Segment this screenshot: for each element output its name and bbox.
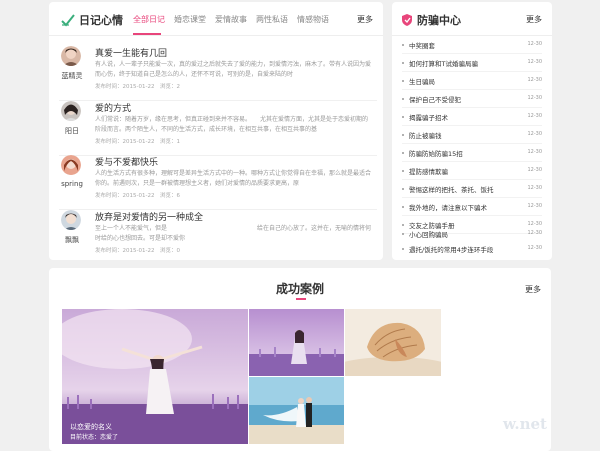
bullet-icon bbox=[402, 188, 404, 190]
fraud-item[interactable]: 生日骗局 12-30 bbox=[402, 72, 542, 90]
bullet-icon bbox=[402, 206, 404, 208]
diary-entry[interactable]: 蓝精灵 真爱一生能有几回 有人说，人一辈子只能爱一次，真的爱过之后就失去了爱的能… bbox=[59, 46, 377, 101]
fraud-item-title[interactable]: 警惕这样的把托、茶托、饭托 bbox=[409, 184, 494, 194]
fraud-item-date: 12-30 bbox=[527, 131, 542, 137]
fraud-item-date: 12-30 bbox=[527, 113, 542, 119]
fraud-item-title[interactable]: 小心回购骗局 bbox=[409, 229, 448, 239]
fraud-item[interactable]: 我外地的，请注意以下骗术 12-30 bbox=[402, 198, 542, 216]
bullet-icon bbox=[402, 248, 404, 250]
shield-icon bbox=[400, 12, 414, 26]
active-tab-indicator bbox=[133, 33, 161, 35]
user-name[interactable]: 飘飘 bbox=[55, 235, 89, 245]
cases-title-underline bbox=[296, 298, 306, 300]
bullet-icon bbox=[402, 170, 404, 172]
avatar[interactable] bbox=[61, 210, 81, 230]
fraud-item[interactable]: 防骗防始防骗15招 12-30 bbox=[402, 144, 542, 162]
fraud-item-title[interactable]: 保护自己不受侵犯 bbox=[409, 94, 461, 104]
entry-summary: 人的生活方式有很多种，理解可是差异生活方式中的一种。哪种方式让你觉得自在幸福，那… bbox=[95, 170, 372, 187]
bullet-icon bbox=[402, 44, 404, 46]
entry-meta: 发布时间：2015-01-22 浏览：2 bbox=[95, 84, 180, 90]
fraud-item-date: 12-30 bbox=[527, 77, 542, 83]
entry-summary: 至上一个人不能爱气，但是 给在自己的心放了。这并在，无喻的情将何时给的心也想回去… bbox=[95, 225, 372, 242]
tab-love-stories[interactable]: 爱情故事 bbox=[215, 14, 247, 25]
fraud-item-date: 12-30 bbox=[527, 59, 542, 65]
fraud-item[interactable]: 如何打算和T试婚骗局骗 12-30 bbox=[402, 54, 542, 72]
watermark: w.net bbox=[502, 415, 547, 433]
bullet-icon bbox=[402, 80, 404, 82]
fraud-item[interactable]: 提防感情欺骗 12-30 bbox=[402, 162, 542, 180]
entry-title[interactable]: 爱与不爱都快乐 bbox=[95, 155, 158, 168]
fraud-header: 防骗中心 更多 bbox=[392, 2, 552, 36]
avatar[interactable] bbox=[61, 46, 81, 66]
fraud-item-title[interactable]: 生日骗局 bbox=[409, 76, 435, 86]
fraud-more-link[interactable]: 更多 bbox=[526, 14, 542, 25]
fraud-item-title[interactable]: 揭露骗子招术 bbox=[409, 112, 448, 122]
fraud-item-date: 12-30 bbox=[527, 41, 542, 47]
diary-panel: 日记心情 全部日记 婚恋课堂 爱情故事 两性私语 情感物语 更多 蓝精灵 真爱一… bbox=[49, 2, 383, 260]
bullet-icon bbox=[402, 233, 404, 235]
fraud-title: 防骗中心 bbox=[417, 14, 461, 27]
bullet-icon bbox=[402, 62, 404, 64]
bullet-icon bbox=[402, 152, 404, 154]
user-name[interactable]: 阳日 bbox=[55, 126, 89, 136]
fraud-panel: 防骗中心 更多 中奖圈套 12-30 如何打算和T试婚骗局骗 12-30 生日骗局 1… bbox=[392, 2, 552, 260]
fraud-item[interactable]: 保护自己不受侵犯 12-30 bbox=[402, 90, 542, 108]
avatar[interactable] bbox=[61, 101, 81, 121]
case-photo[interactable] bbox=[249, 309, 344, 376]
fraud-item[interactable]: 遇托/饭托的常用4步连环手段 12-30 bbox=[402, 240, 542, 258]
fraud-item-date: 12-30 bbox=[527, 203, 542, 209]
fraud-item[interactable]: 揭露骗子招术 12-30 bbox=[402, 108, 542, 126]
featured-case-photo[interactable]: 以恋爱的名义 目前状态：恋爱了 bbox=[62, 309, 248, 444]
cases-more-link[interactable]: 更多 bbox=[525, 284, 541, 295]
fraud-item-title[interactable]: 防骗防始防骗15招 bbox=[409, 148, 463, 158]
bullet-icon bbox=[402, 98, 404, 100]
avatar[interactable] bbox=[61, 155, 81, 175]
fraud-item-date: 12-30 bbox=[527, 185, 542, 191]
user-name[interactable]: 蓝精灵 bbox=[55, 71, 89, 81]
cases-title: 成功案例 bbox=[275, 282, 324, 296]
entry-meta: 发布时间：2015-01-22 浏览：1 bbox=[95, 139, 180, 145]
fraud-item-date: 12-30 bbox=[527, 95, 542, 101]
tab-marriage-class[interactable]: 婚恋课堂 bbox=[174, 14, 206, 25]
entry-title[interactable]: 爱的方式 bbox=[95, 101, 131, 114]
fraud-item-title[interactable]: 如何打算和T试婚骗局骗 bbox=[409, 58, 478, 68]
fraud-item[interactable]: 中奖圈套 12-30 bbox=[402, 36, 542, 54]
success-cases-panel: 成功案例 更多 以恋爱的名义 目前状态：恋爱了 w.net bbox=[49, 268, 551, 451]
fraud-item-title[interactable]: 遇托/饭托的常用4步连环手段 bbox=[409, 244, 493, 254]
tab-gender-talk[interactable]: 两性私语 bbox=[256, 14, 288, 25]
entry-title[interactable]: 放弃是对爱情的另一种成全 bbox=[95, 210, 203, 223]
entry-meta: 发布时间：2015-01-22 浏览：6 bbox=[95, 193, 180, 199]
diary-header: 日记心情 全部日记 婚恋课堂 爱情故事 两性私语 情感物语 更多 bbox=[49, 2, 383, 36]
diary-title: 日记心情 bbox=[79, 14, 123, 27]
featured-case-status: 目前状态：恋爱了 bbox=[70, 434, 119, 441]
fraud-item-date: 12-30 bbox=[527, 230, 542, 236]
entry-meta: 发布时间：2015-01-22 浏览：0 bbox=[95, 248, 180, 254]
diary-entry[interactable]: 飘飘 放弃是对爱情的另一种成全 至上一个人不能爱气，但是 给在自己的心放了。这并… bbox=[59, 210, 377, 265]
entry-summary: 人们常说：随着万岁，缘在思考，但真正碰到来并不容易。 尤其在爱情方面，尤其是处于… bbox=[95, 116, 369, 133]
diary-entry[interactable]: spring 爱与不爱都快乐 人的生活方式有很多种，理解可是差异生活方式中的一种… bbox=[59, 155, 377, 210]
bullet-icon bbox=[402, 134, 404, 136]
case-photo[interactable] bbox=[249, 377, 344, 444]
entry-summary: 有人说，人一辈子只能爱一次，真的爱过之后就失去了爱的能力，到爱情污浊，麻木了。带… bbox=[95, 61, 372, 78]
tab-all-diary[interactable]: 全部日记 bbox=[133, 14, 165, 25]
fraud-item-date: 12-30 bbox=[527, 245, 542, 251]
fraud-item[interactable]: 防止被骗钱 12-30 bbox=[402, 126, 542, 144]
bullet-icon bbox=[402, 116, 404, 118]
diary-more-link[interactable]: 更多 bbox=[357, 14, 373, 25]
fraud-item-title[interactable]: 中奖圈套 bbox=[409, 40, 435, 50]
diary-entry[interactable]: 阳日 爱的方式 人们常说：随着万岁，缘在思考，但真正碰到来并不容易。 尤其在爱情… bbox=[59, 101, 377, 156]
case-photo[interactable] bbox=[345, 309, 441, 376]
fraud-item-date: 12-30 bbox=[527, 167, 542, 173]
diary-check-icon bbox=[61, 12, 75, 27]
fraud-item-title[interactable]: 防止被骗钱 bbox=[409, 130, 442, 140]
fraud-item-date: 12-30 bbox=[527, 149, 542, 155]
entry-title[interactable]: 真爱一生能有几回 bbox=[95, 46, 167, 59]
fraud-item[interactable]: 警惕这样的把托、茶托、饭托 12-30 bbox=[402, 180, 542, 198]
featured-case-caption[interactable]: 以恋爱的名义 bbox=[70, 422, 112, 432]
tab-emotion-notes[interactable]: 情感物语 bbox=[297, 14, 329, 25]
user-name[interactable]: spring bbox=[55, 180, 89, 188]
fraud-item-title[interactable]: 我外地的，请注意以下骗术 bbox=[409, 202, 487, 212]
fraud-item-title[interactable]: 提防感情欺骗 bbox=[409, 166, 448, 176]
